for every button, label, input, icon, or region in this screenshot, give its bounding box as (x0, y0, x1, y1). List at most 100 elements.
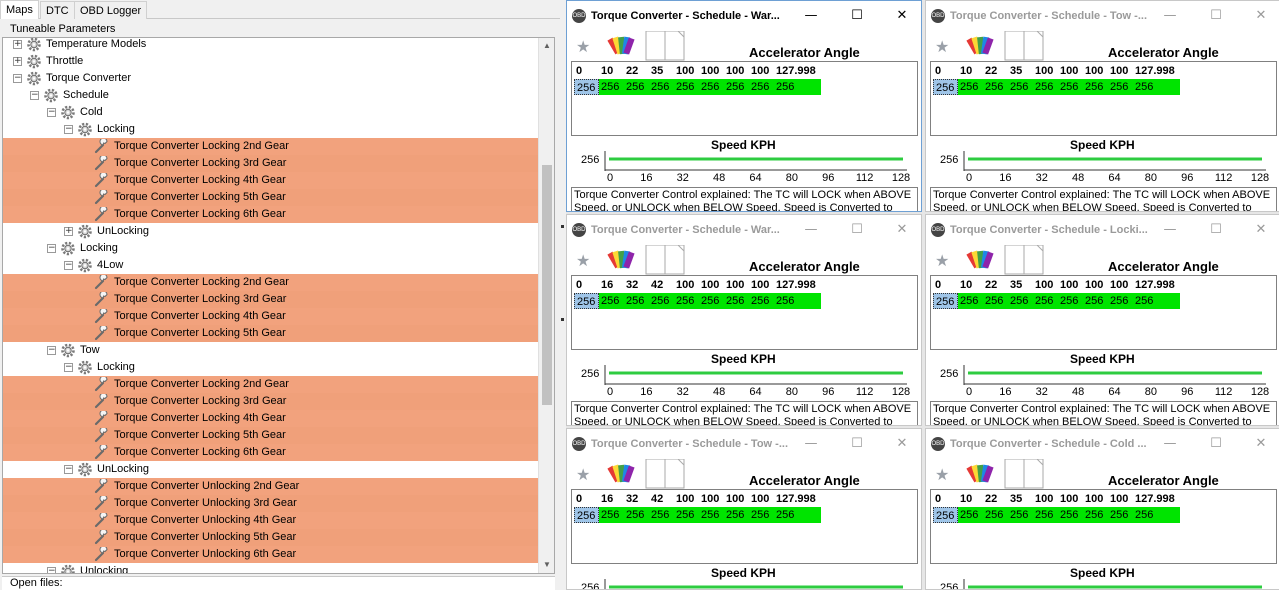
table-value-cell[interactable]: 256 (933, 507, 958, 523)
table-value-cell[interactable]: 256 (699, 507, 724, 523)
collapse-icon[interactable]: − (47, 567, 56, 573)
tree-folder-item[interactable]: − Tow (3, 342, 539, 359)
tree-map-item[interactable]: Torque Converter Locking 2nd Gear (3, 375, 539, 393)
table-value-cell[interactable]: 256 (649, 79, 674, 95)
copy-pages-icon[interactable] (645, 244, 687, 275)
tree-map-item[interactable]: Torque Converter Locking 4th Gear (3, 307, 539, 325)
tree-map-item[interactable]: Torque Converter Locking 5th Gear (3, 324, 539, 342)
copy-pages-icon[interactable] (645, 458, 687, 489)
tree-map-item[interactable]: Torque Converter Locking 3rd Gear (3, 290, 539, 308)
window-titlebar[interactable]: OBD Torque Converter - Schedule - Cold .… (926, 429, 1279, 459)
collapse-icon[interactable]: − (47, 346, 56, 355)
table-value-cell[interactable]: 256 (624, 79, 649, 95)
table-value-cell[interactable]: 256 (624, 507, 649, 523)
map-window[interactable]: OBD Torque Converter - Schedule - Locki.… (925, 214, 1279, 426)
table-value-cell[interactable]: 256 (749, 293, 774, 309)
tree-map-item[interactable]: Torque Converter Locking 3rd Gear (3, 154, 539, 172)
table-value-cell[interactable]: 256 (599, 507, 624, 523)
tree-map-item[interactable]: Torque Converter Locking 4th Gear (3, 171, 539, 189)
expand-icon[interactable]: + (13, 57, 22, 66)
close-icon[interactable]: ✕ (892, 6, 912, 26)
favorite-star-icon[interactable]: ★ (935, 37, 949, 56)
tree-folder-item[interactable]: − UnLocking (3, 461, 539, 478)
table-value-cell[interactable]: 256 (574, 79, 599, 95)
maximize-icon[interactable]: ☐ (847, 6, 867, 26)
table-value-cell[interactable]: 256 (749, 79, 774, 95)
collapse-icon[interactable]: − (13, 74, 22, 83)
tree-folder-item[interactable]: + Throttle (3, 53, 539, 70)
table-value-cell[interactable]: 256 (649, 507, 674, 523)
map-table[interactable]: 0 10 22 35 100 100 100 100 127.998 256 256 256 256 25… (930, 489, 1277, 564)
copy-pages-icon[interactable] (1004, 458, 1046, 489)
table-value-cell[interactable]: 256 (724, 293, 749, 309)
table-value-cell[interactable]: 256 (1108, 507, 1133, 523)
copy-pages-icon[interactable] (645, 30, 687, 61)
tree-folder-item[interactable]: − Unlocking (3, 563, 539, 573)
expand-icon[interactable]: + (13, 40, 22, 49)
collapse-icon[interactable]: − (47, 244, 56, 253)
minimize-icon[interactable]: — (801, 6, 821, 26)
table-value-cell[interactable]: 256 (674, 293, 699, 309)
table-value-cell[interactable]: 256 (958, 293, 983, 309)
map-window[interactable]: OBD Torque Converter - Schedule - Cold .… (925, 428, 1279, 590)
collapse-icon[interactable]: − (30, 91, 39, 100)
map-window[interactable]: OBD Torque Converter - Schedule - Tow -.… (566, 428, 922, 590)
table-value-cell[interactable]: 256 (699, 79, 724, 95)
collapse-icon[interactable]: − (64, 363, 73, 372)
window-titlebar[interactable]: OBD Torque Converter - Schedule - Locki.… (926, 215, 1279, 245)
tree-scrollbar[interactable]: ▲ ▼ (538, 38, 554, 573)
expand-icon[interactable]: + (64, 227, 73, 236)
tree-folder-item[interactable]: + UnLocking (3, 223, 539, 240)
minimize-icon[interactable]: — (801, 220, 821, 240)
collapse-icon[interactable]: − (64, 261, 73, 270)
table-value-cell[interactable]: 256 (1133, 79, 1180, 95)
minimize-icon[interactable]: — (1160, 220, 1180, 240)
tree-map-item[interactable]: Torque Converter Locking 6th Gear (3, 205, 539, 223)
map-window[interactable]: OBD Torque Converter - Schedule - War...… (566, 0, 922, 212)
table-value-cell[interactable]: 256 (933, 293, 958, 309)
table-value-cell[interactable]: 256 (699, 293, 724, 309)
window-titlebar[interactable]: OBD Torque Converter - Schedule - War...… (567, 215, 921, 245)
table-value-cell[interactable]: 256 (983, 293, 1008, 309)
tree-map-item[interactable]: Torque Converter Unlocking 6th Gear (3, 545, 539, 563)
minimize-icon[interactable]: — (1160, 6, 1180, 26)
table-value-cell[interactable]: 256 (1033, 293, 1058, 309)
tab-dtc[interactable]: DTC (40, 1, 75, 19)
tree-map-item[interactable]: Torque Converter Unlocking 3rd Gear (3, 494, 539, 512)
favorite-star-icon[interactable]: ★ (935, 465, 949, 484)
tree-folder-item[interactable]: − Locking (3, 359, 539, 376)
table-value-cell[interactable]: 256 (958, 79, 983, 95)
favorite-star-icon[interactable]: ★ (576, 251, 590, 270)
table-value-cell[interactable]: 256 (774, 79, 821, 95)
window-titlebar[interactable]: OBD Torque Converter - Schedule - Tow -.… (926, 1, 1279, 31)
close-icon[interactable]: ✕ (892, 220, 912, 240)
favorite-star-icon[interactable]: ★ (576, 37, 590, 56)
tree-map-item[interactable]: Torque Converter Locking 5th Gear (3, 188, 539, 206)
close-icon[interactable]: ✕ (892, 434, 912, 454)
table-value-cell[interactable]: 256 (649, 293, 674, 309)
tree-folder-item[interactable]: + Temperature Models (3, 38, 539, 53)
maximize-icon[interactable]: ☐ (1206, 6, 1226, 26)
table-value-cell[interactable]: 256 (574, 293, 599, 309)
table-value-cell[interactable]: 256 (958, 507, 983, 523)
table-value-cell[interactable]: 256 (1033, 507, 1058, 523)
scroll-up-arrow-icon[interactable]: ▲ (539, 38, 554, 54)
close-icon[interactable]: ✕ (1251, 434, 1271, 454)
tab-maps[interactable]: Maps (0, 0, 39, 19)
maximize-icon[interactable]: ☐ (1206, 434, 1226, 454)
table-value-cell[interactable]: 256 (983, 507, 1008, 523)
map-table[interactable]: 0 10 22 35 100 100 100 100 127.998 256 256 256 256 25… (571, 61, 918, 136)
tree-map-item[interactable]: Torque Converter Locking 3rd Gear (3, 392, 539, 410)
table-value-cell[interactable]: 256 (774, 507, 821, 523)
table-value-cell[interactable]: 256 (724, 507, 749, 523)
copy-pages-icon[interactable] (1004, 30, 1046, 61)
maximize-icon[interactable]: ☐ (1206, 220, 1226, 240)
tree-folder-item[interactable]: − Locking (3, 121, 539, 138)
color-palette-icon[interactable] (607, 34, 635, 58)
table-value-cell[interactable]: 256 (1083, 507, 1108, 523)
color-palette-icon[interactable] (966, 462, 994, 486)
table-value-cell[interactable]: 256 (1058, 293, 1083, 309)
table-value-cell[interactable]: 256 (724, 79, 749, 95)
favorite-star-icon[interactable]: ★ (935, 251, 949, 270)
maximize-icon[interactable]: ☐ (847, 434, 867, 454)
